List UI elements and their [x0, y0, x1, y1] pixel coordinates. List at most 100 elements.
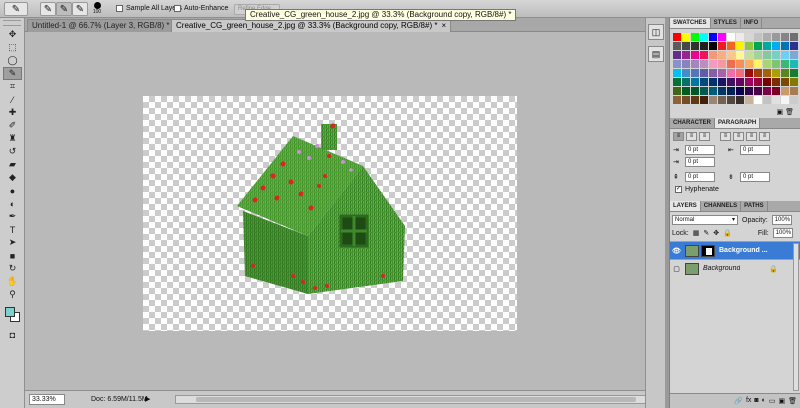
color-swatch[interactable]: [772, 33, 780, 41]
sample-all-layers-checkbox[interactable]: Sample All Layers: [116, 5, 182, 12]
color-swatch[interactable]: [700, 78, 708, 86]
color-swatch[interactable]: [772, 87, 780, 95]
color-swatch[interactable]: [682, 78, 690, 86]
color-swatch[interactable]: [682, 60, 690, 68]
color-swatch[interactable]: [790, 33, 798, 41]
color-swatch[interactable]: [718, 60, 726, 68]
color-swatch[interactable]: [673, 69, 681, 77]
color-swatch[interactable]: [718, 78, 726, 86]
quick-selection-tool-icon[interactable]: ✎: [3, 67, 22, 80]
zoom-tool-icon[interactable]: ⚲: [3, 288, 22, 301]
color-swatch[interactable]: [772, 60, 780, 68]
eyedropper-tool-icon[interactable]: ⁄: [3, 93, 22, 106]
color-swatch[interactable]: [763, 69, 771, 77]
color-swatch[interactable]: [700, 87, 708, 95]
document-canvas[interactable]: [143, 96, 517, 331]
color-swatch[interactable]: [736, 69, 744, 77]
color-swatch[interactable]: [745, 42, 753, 50]
history-brush-tool-icon[interactable]: ↺: [3, 145, 22, 158]
subtract-from-selection-icon[interactable]: ✎: [72, 2, 88, 16]
color-swatch[interactable]: [727, 78, 735, 86]
space-before-field[interactable]: 0 pt: [685, 172, 715, 182]
tab-untitled-1[interactable]: Untitled-1 @ 66.7% (Layer 3, RGB/8) *×: [27, 19, 184, 32]
color-swatch[interactable]: [682, 87, 690, 95]
color-swatch[interactable]: [691, 51, 699, 59]
align-right-icon[interactable]: ≡: [699, 132, 710, 141]
color-swatch[interactable]: [736, 42, 744, 50]
color-swatch[interactable]: [790, 42, 798, 50]
marquee-tool-icon[interactable]: ⬚: [3, 41, 22, 54]
type-tool-icon[interactable]: T: [3, 223, 22, 236]
blur-tool-icon[interactable]: ●: [3, 184, 22, 197]
new-swatch-icon[interactable]: ▣: [777, 109, 784, 116]
color-swatch[interactable]: [745, 60, 753, 68]
color-swatch[interactable]: [763, 33, 771, 41]
fill-field[interactable]: 100%: [772, 228, 793, 238]
color-swatch[interactable]: [781, 78, 789, 86]
color-swatch[interactable]: [781, 87, 789, 95]
layers-scrollbar[interactable]: [793, 243, 799, 391]
path-selection-tool-icon[interactable]: ➤: [3, 236, 22, 249]
crop-tool-icon[interactable]: ⌗: [3, 80, 22, 93]
shape-tool-icon[interactable]: ■: [3, 249, 22, 262]
foreground-color[interactable]: [5, 307, 15, 317]
color-swatch[interactable]: [754, 51, 762, 59]
color-swatch[interactable]: [790, 87, 798, 95]
color-swatch[interactable]: [736, 96, 744, 104]
color-swatch[interactable]: [790, 60, 798, 68]
close-icon[interactable]: ×: [441, 21, 446, 30]
add-to-selection-icon[interactable]: ✎: [56, 2, 72, 16]
color-swatch[interactable]: [781, 69, 789, 77]
color-swatch[interactable]: [745, 87, 753, 95]
color-swatch[interactable]: [673, 60, 681, 68]
color-swatch[interactable]: [754, 60, 762, 68]
color-swatch[interactable]: [691, 96, 699, 104]
color-swatch[interactable]: [781, 51, 789, 59]
color-swatch[interactable]: [772, 69, 780, 77]
tab-character[interactable]: CHARACTER: [670, 118, 715, 128]
history-icon[interactable]: ▤: [648, 46, 664, 62]
add-mask-icon[interactable]: ◙: [754, 397, 758, 405]
color-swatch[interactable]: [781, 42, 789, 50]
color-swatch[interactable]: [727, 69, 735, 77]
space-after-field[interactable]: 0 pt: [740, 172, 770, 182]
color-swatch[interactable]: [691, 60, 699, 68]
color-swatch[interactable]: [790, 96, 798, 104]
color-swatch[interactable]: [682, 33, 690, 41]
color-swatch[interactable]: [781, 60, 789, 68]
color-swatch[interactable]: [745, 51, 753, 59]
color-swatch[interactable]: [682, 42, 690, 50]
color-swatch[interactable]: [763, 87, 771, 95]
color-swatch[interactable]: [727, 87, 735, 95]
zoom-field[interactable]: 33.33%: [29, 394, 65, 405]
color-swatch[interactable]: [763, 96, 771, 104]
color-swatch[interactable]: [727, 42, 735, 50]
color-swatch[interactable]: [709, 87, 717, 95]
color-swatch[interactable]: [709, 60, 717, 68]
color-swatch[interactable]: [709, 78, 717, 86]
color-swatch[interactable]: [790, 69, 798, 77]
color-swatch[interactable]: [745, 33, 753, 41]
color-swatch[interactable]: [727, 51, 735, 59]
color-swatch[interactable]: [745, 96, 753, 104]
color-swatch[interactable]: [673, 78, 681, 86]
color-swatch[interactable]: [700, 69, 708, 77]
color-swatch[interactable]: [691, 78, 699, 86]
color-swatch[interactable]: [691, 69, 699, 77]
tab-paths[interactable]: PATHS: [741, 201, 768, 211]
color-swatch[interactable]: [745, 78, 753, 86]
color-swatch[interactable]: [790, 51, 798, 59]
auto-enhance-checkbox[interactable]: Auto-Enhance: [174, 5, 228, 12]
justify-left-icon[interactable]: ≡: [720, 132, 731, 141]
color-swatch[interactable]: [745, 69, 753, 77]
color-swatch[interactable]: [754, 96, 762, 104]
layer-mask-thumbnail[interactable]: [701, 244, 715, 257]
hyphenate-checkbox[interactable]: ✓ Hyphenate: [670, 183, 800, 196]
color-swatch[interactable]: [718, 42, 726, 50]
color-swatches[interactable]: [3, 305, 22, 324]
trash-icon[interactable]: 🗑: [785, 109, 794, 116]
blend-mode-select[interactable]: Normal ▾: [672, 215, 738, 225]
color-swatch[interactable]: [736, 87, 744, 95]
lock-position-icon[interactable]: ✥: [713, 229, 719, 237]
color-swatch[interactable]: [718, 69, 726, 77]
